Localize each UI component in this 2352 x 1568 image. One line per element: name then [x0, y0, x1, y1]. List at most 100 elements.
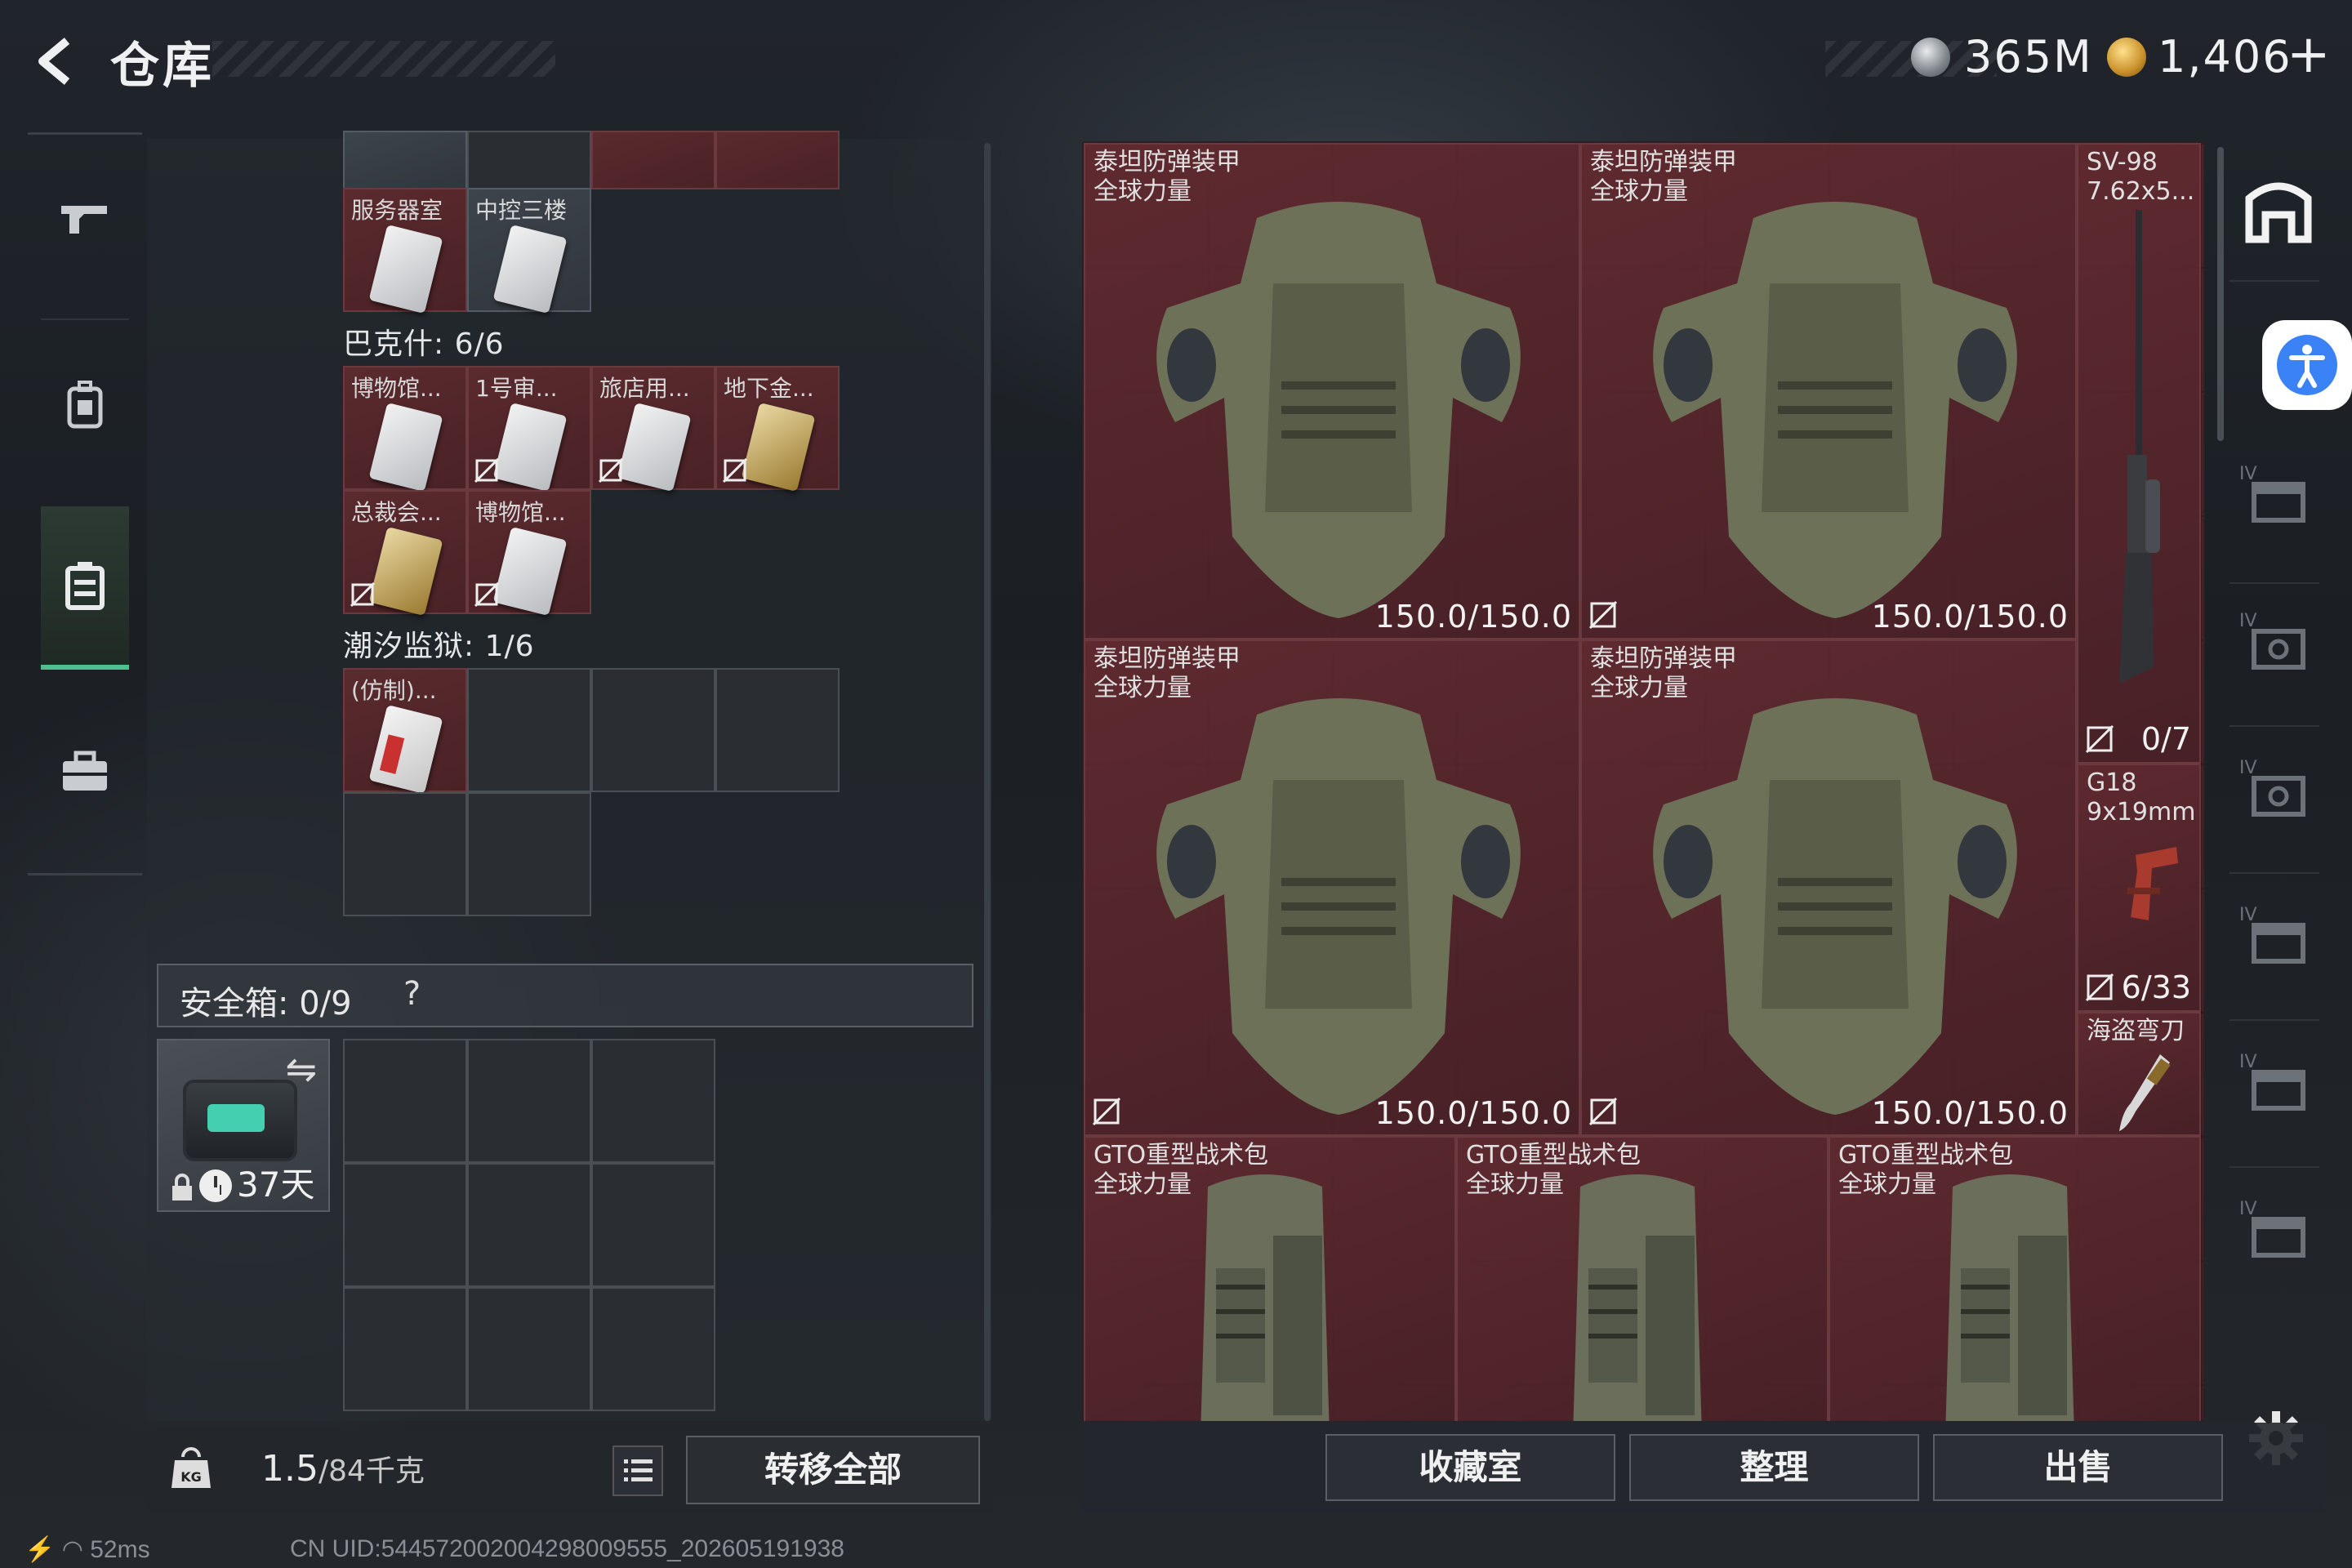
backpack-item[interactable]: GTO重型战术包 全球力量: [1084, 1136, 1456, 1421]
section-prison-label: 潮汐监狱: 1/6: [343, 630, 535, 663]
page-title: 仓库: [110, 38, 215, 95]
empty-slot[interactable]: [715, 668, 840, 792]
svg-text:IV: IV: [2239, 611, 2257, 631]
knife-item[interactable]: 海盗弯刀: [2077, 1012, 2201, 1136]
key-slot[interactable]: [343, 131, 467, 189]
nav-stash[interactable]: [41, 506, 129, 670]
key-item[interactable]: 总裁会...: [343, 490, 467, 617]
safe-slot[interactable]: [467, 1039, 591, 1163]
armor-item[interactable]: 泰坦防弹装甲 全球力量 150.0/150.0: [1084, 639, 1580, 1136]
body-armor-icon: [1653, 202, 2017, 618]
safe-box-header: 安全箱: 0/9 ?: [157, 964, 973, 1027]
item-name-line1: 泰坦防弹装甲: [1590, 644, 1737, 673]
sell-button[interactable]: 出售: [1933, 1434, 2223, 1501]
key-label: 地下金...: [724, 375, 814, 402]
item-name: 海盗弯刀: [2087, 1017, 2185, 1045]
key-item[interactable]: 旅店用...: [591, 366, 715, 492]
storage-box-icon: IV: [2239, 611, 2305, 670]
ping-value: 52ms: [90, 1536, 150, 1563]
transfer-all-button[interactable]: 转移全部: [686, 1436, 980, 1504]
key-item[interactable]: 博物馆...: [343, 366, 467, 492]
list-view-button[interactable]: [612, 1446, 663, 1496]
unbound-icon: [474, 581, 500, 608]
key-item[interactable]: 博物馆...: [467, 490, 591, 617]
help-button[interactable]: ?: [403, 975, 421, 1013]
item-name-line2: 全球力量: [1466, 1170, 1564, 1199]
nav-briefcase[interactable]: [41, 690, 129, 853]
tactical-backpack-icon: [1573, 1174, 1702, 1421]
armor-item[interactable]: 泰坦防弹装甲 全球力量 150.0/150.0: [1084, 143, 1580, 639]
empty-slot[interactable]: [467, 792, 591, 916]
tab-storage-1[interactable]: IV: [2238, 460, 2319, 533]
tab-storage-4[interactable]: IV: [2238, 901, 2319, 974]
list-icon: [624, 1459, 653, 1481]
pistol-item[interactable]: G18 9x19mm 6/33: [2077, 764, 2201, 1012]
collection-room-button[interactable]: 收藏室: [1325, 1434, 1615, 1501]
silver-currency-value: 365M: [1964, 31, 2093, 82]
empty-slot[interactable]: [467, 131, 591, 189]
stash-scrollbar[interactable]: [984, 143, 991, 1421]
key-label: 1号审...: [475, 375, 558, 402]
empty-slot[interactable]: [343, 792, 467, 916]
safe-case-icon: [183, 1080, 297, 1161]
armor-item[interactable]: 泰坦防弹装甲 全球力量 150.0/150.0: [1580, 143, 2077, 639]
safe-box-item[interactable]: ⇋ 37天: [157, 1039, 330, 1212]
safe-slot[interactable]: [343, 1039, 467, 1163]
item-name-line2: 9x19mm: [2087, 798, 2196, 826]
back-button[interactable]: [28, 33, 85, 90]
item-name-line1: GTO重型战术包: [1094, 1141, 1269, 1169]
key-server-room[interactable]: 服务器室: [343, 188, 467, 314]
tab-divider: [2230, 582, 2319, 584]
safe-slot[interactable]: [343, 1287, 467, 1411]
tab-storage-2[interactable]: IV: [2238, 607, 2319, 680]
accessibility-icon: [2289, 345, 2325, 388]
key-label: 服务器室: [351, 197, 443, 224]
sort-button[interactable]: 整理: [1629, 1434, 1919, 1501]
tab-storage-6[interactable]: IV: [2238, 1195, 2319, 1268]
safe-box-label: 安全箱: 0/9: [180, 985, 352, 1022]
sniper-rifle-icon: [2119, 210, 2160, 684]
accessibility-button[interactable]: [2262, 320, 2352, 410]
inventory-grid: 泰坦防弹装甲 全球力量 150.0/150.0 泰坦防弹装甲 全球力量 150.0/…: [1082, 141, 2205, 1421]
backpack-item[interactable]: GTO重型战术包 全球力量: [1829, 1136, 2201, 1421]
add-currency-button[interactable]: +: [2287, 24, 2331, 85]
item-name: G18 9x19mm: [2087, 768, 2195, 827]
safe-slot[interactable]: [591, 1287, 715, 1411]
keycard-icon: [368, 402, 443, 492]
key-control-3f[interactable]: 中控三楼: [467, 188, 591, 314]
durability-value: 150.0/150.0: [1871, 1095, 2069, 1131]
key-slot[interactable]: [715, 131, 840, 189]
tab-all[interactable]: [2238, 174, 2319, 247]
safe-days-remaining: 37天: [237, 1165, 315, 1205]
item-name-line1: 泰坦防弹装甲: [1590, 148, 1737, 176]
empty-slot[interactable]: [591, 668, 715, 792]
key-item[interactable]: 地下金...: [715, 366, 840, 492]
tab-storage-5[interactable]: IV: [2238, 1048, 2319, 1121]
rifle-item[interactable]: SV-98 7.62x5... 0/7: [2077, 143, 2201, 764]
nav-weapons[interactable]: [41, 135, 129, 298]
key-item[interactable]: (仿制)...: [343, 668, 467, 795]
safe-slot[interactable]: [467, 1163, 591, 1287]
storage-box-icon: IV: [2239, 758, 2305, 817]
keycard-icon: [741, 402, 816, 492]
empty-slot[interactable]: [467, 668, 591, 792]
armor-item[interactable]: 泰坦防弹装甲 全球力量 150.0/150.0: [1580, 639, 2077, 1136]
unbound-icon: [2085, 973, 2114, 1002]
item-name-line1: GTO重型战术包: [1838, 1141, 2014, 1169]
nav-equipment[interactable]: [41, 323, 129, 486]
safe-slot[interactable]: [591, 1039, 715, 1163]
backpack-item[interactable]: GTO重型战术包 全球力量: [1456, 1136, 1829, 1421]
network-status: ⚡ ◠ 52ms: [24, 1536, 150, 1563]
weight-value: 1.5: [261, 1448, 318, 1490]
safe-slot[interactable]: [591, 1163, 715, 1287]
safe-slot[interactable]: [343, 1163, 467, 1287]
key-item[interactable]: 1号审...: [467, 366, 591, 492]
safe-slot[interactable]: [467, 1287, 591, 1411]
tab-storage-3[interactable]: IV: [2238, 754, 2319, 827]
lock-icon: [172, 1174, 192, 1200]
key-slot[interactable]: [591, 131, 715, 189]
swap-icon[interactable]: ⇋: [285, 1047, 317, 1091]
key-label: (仿制)...: [351, 677, 437, 704]
weight-icon: KG: [172, 1447, 211, 1488]
storage-box-icon: IV: [2239, 905, 2305, 964]
